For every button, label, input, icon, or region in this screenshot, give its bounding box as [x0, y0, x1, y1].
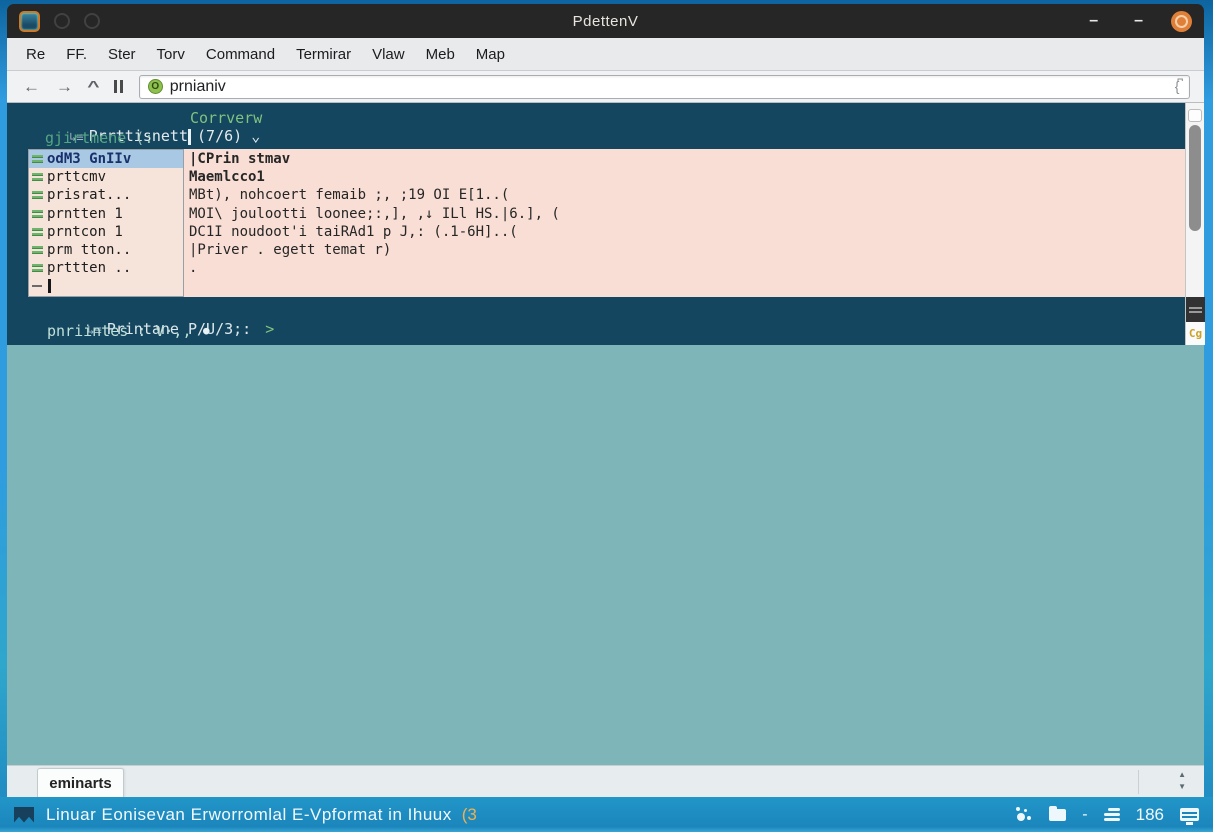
forward-icon[interactable]: → [56, 77, 73, 97]
completion-item[interactable]: prttcmv [29, 168, 183, 186]
symbol-icon [32, 171, 43, 183]
code-line: Maemlcco1 [189, 168, 1185, 186]
up-icon[interactable]: ^ [87, 78, 99, 95]
nav-toolbar: ← → ^ O {⎴ [7, 71, 1204, 103]
symbol-icon [32, 208, 43, 220]
completion-item[interactable]: prntcon 1 [29, 223, 183, 241]
menu-item-re[interactable]: Re [26, 46, 45, 63]
completion-label: prntcon 1 [47, 224, 123, 240]
menu-item-ff[interactable]: FF. [66, 46, 87, 63]
scroll-badge[interactable]: Cg [1186, 322, 1205, 345]
scroll-down-icon[interactable]: ▼ [1178, 781, 1186, 793]
editor-line-2: gjirtmene (: [45, 129, 153, 147]
back-icon[interactable]: ← [23, 77, 40, 97]
symbol-icon [32, 244, 43, 256]
editor-caret [188, 129, 191, 145]
symbol-icon [32, 189, 43, 201]
list-stack-icon[interactable] [1104, 808, 1120, 821]
completion-cursor-row [29, 277, 183, 295]
code-panel[interactable]: |CPrin stmav Maemlcco1 MBt), nohcoert fe… [184, 149, 1185, 297]
menu-item-ster[interactable]: Ster [108, 46, 136, 63]
completion-item[interactable]: prisrat... [29, 186, 183, 204]
menu-item-command[interactable]: Command [206, 46, 275, 63]
tab-scroll-arrows: ▲ ▼ [1178, 769, 1186, 793]
minimap-icon[interactable] [1186, 297, 1205, 322]
updown-icon[interactable] [114, 80, 123, 93]
taskbar-count: 186 [1136, 805, 1164, 825]
tab-eminarts[interactable]: eminarts [37, 768, 124, 798]
taskbar-task-suffix: (3 [462, 805, 477, 825]
editor-scrollbar: Cg [1185, 103, 1204, 345]
completion-item[interactable]: prm tton.. [29, 241, 183, 259]
window-titlebar: PdettenV – – [7, 4, 1204, 38]
keyboard-icon[interactable]: {⎴ [1175, 78, 1181, 95]
bottom-tab-strip: eminarts ▲ ▼ [7, 765, 1204, 797]
window-title: PdettenV [7, 13, 1204, 30]
symbol-icon [32, 153, 43, 165]
desktop: PdettenV – – Re FF. Ster Torv Command Te… [0, 0, 1213, 832]
symbol-icon [32, 226, 43, 238]
completion-item-selected[interactable]: odM3 GnIIv [29, 150, 183, 168]
menu-item-vlaw[interactable]: Vlaw [372, 46, 405, 63]
editor-footer: ↳≡Printane P/U/3;:> pnriintes : V·,, ● [7, 297, 1185, 345]
menu-item-termirar[interactable]: Termirar [296, 46, 351, 63]
scroll-up-icon[interactable]: ▲ [1178, 769, 1186, 781]
autocomplete-popup: odM3 GnIIv prttcmv prisrat... prntten 1 … [28, 149, 184, 297]
address-input[interactable] [170, 78, 1175, 96]
scroll-top-button[interactable] [1188, 109, 1202, 122]
code-line: MBt), nohcoert femaib ;, ;19 OI E[1..( [189, 186, 1185, 204]
editor-pane: ↳≡Prrttisnett (7/6) ⌄ Corrverw gjirtmene… [7, 103, 1204, 345]
editor-annotation: Corrverw [190, 109, 262, 127]
function-name: gjirtmene [45, 129, 126, 147]
menu-bar: Re FF. Ster Torv Command Termirar Vlaw M… [7, 38, 1204, 71]
prompt-arrow: > [265, 320, 274, 338]
symbol-icon [32, 262, 43, 274]
code-line: |CPrin stmav [189, 150, 1185, 168]
menu-item-torv[interactable]: Torv [157, 46, 185, 63]
code-line: DC1I noudoot'i taiRAd1 p J,: (.1-6H]..( [189, 223, 1185, 241]
scrollbar-thumb[interactable] [1189, 125, 1201, 231]
completion-label: prttcmv [47, 169, 106, 185]
code-line: . [189, 259, 1185, 277]
dash-icon: - [1082, 806, 1087, 824]
display-icon[interactable] [1180, 808, 1199, 821]
code-line: MOI\ joulootti loonee;:,], ,↓ ILl HS.|6.… [189, 205, 1185, 223]
menu-item-map[interactable]: Map [476, 46, 505, 63]
completion-label: prttten .. [47, 260, 131, 276]
completion-item[interactable]: prttten .. [29, 259, 183, 277]
taskbar: Linuar Eonisevan Erworromlal E-Vpformat … [0, 797, 1213, 832]
code-line: |Priver . egett temat r) [189, 241, 1185, 259]
completion-label: prntten 1 [47, 206, 123, 222]
paw-icon[interactable] [1015, 806, 1033, 824]
divider [1138, 770, 1139, 794]
paren-text: (: [126, 129, 153, 147]
dash-icon [32, 285, 42, 287]
bookmark-icon[interactable] [14, 807, 34, 823]
completion-label: prm tton.. [47, 242, 131, 258]
taskbar-task-label[interactable]: Linuar Eonisevan Erworromlal E-Vpformat … [46, 805, 452, 825]
footer-dot-icon: ● [203, 324, 210, 337]
go-icon[interactable]: O [148, 79, 163, 94]
completion-item[interactable]: prntten 1 [29, 205, 183, 223]
workspace-canvas[interactable] [7, 345, 1204, 765]
address-bar: O {⎴ [139, 75, 1190, 99]
completion-label: prisrat... [47, 187, 131, 203]
folder-icon[interactable] [1049, 809, 1066, 821]
completion-label: odM3 GnIIv [47, 151, 131, 167]
text-caret [48, 279, 51, 293]
menu-item-meb[interactable]: Meb [426, 46, 455, 63]
footer-line-2: pnriintes : V·,, [47, 322, 192, 340]
